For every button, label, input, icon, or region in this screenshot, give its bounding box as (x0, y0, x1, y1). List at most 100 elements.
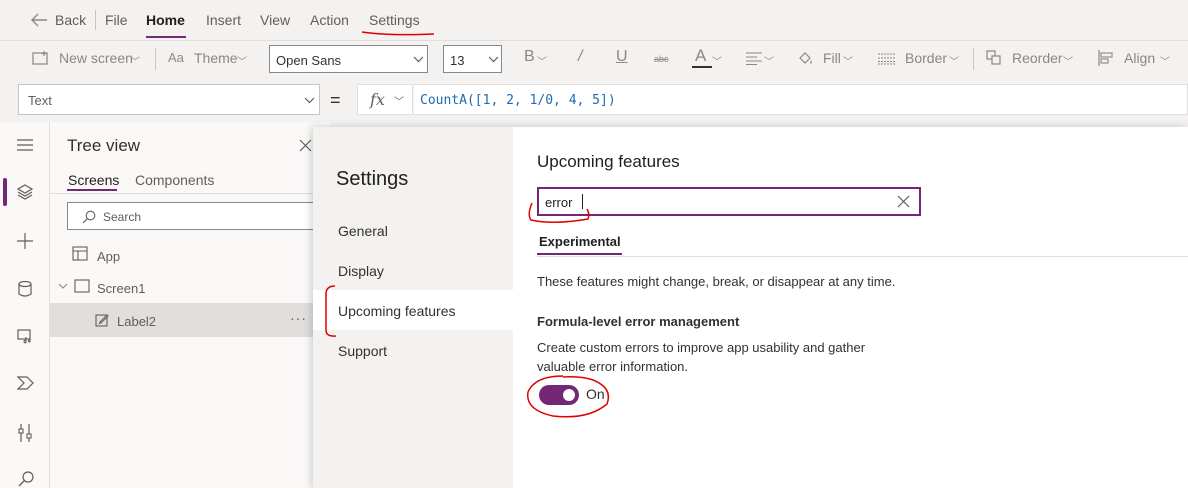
settings-nav-upcoming-features[interactable]: Upcoming features (313, 290, 513, 330)
chevron-down-icon[interactable]: ﹀ (1063, 53, 1073, 68)
menu-action[interactable]: Action (310, 12, 349, 28)
tab-active-indicator (537, 253, 622, 255)
chevron-down-icon[interactable]: ﹀ (712, 53, 722, 68)
app-icon (72, 246, 88, 261)
menu-bar: Back File Home Insert View Action Settin… (0, 0, 1188, 40)
settings-content: Upcoming features error Experimental The… (513, 127, 1188, 488)
chevron-down-icon[interactable]: ﹀ (843, 53, 853, 68)
search-icon[interactable] (18, 471, 34, 487)
tools-icon[interactable] (18, 424, 32, 442)
feature-description-line2: valuable error information. (537, 359, 689, 374)
annotation-underline (361, 31, 435, 36)
tree-item-label2[interactable]: Label2 ··· (50, 303, 330, 337)
menu-view[interactable]: View (260, 12, 290, 28)
rail-active-indicator (3, 178, 7, 206)
font-select[interactable]: Open Sans (269, 45, 428, 73)
strikethrough-icon[interactable]: abc (654, 54, 669, 64)
settings-nav-general[interactable]: General (338, 223, 388, 239)
bold-icon[interactable]: B (524, 48, 535, 66)
underline-icon[interactable]: U (616, 48, 628, 66)
toggle-label: On (586, 386, 605, 402)
settings-nav-support[interactable]: Support (338, 343, 387, 359)
tree-item-label: Label2 (117, 314, 157, 329)
ribbon-toolbar: New screen ﹀ Aa Theme ﹀ Open Sans 13 B ﹀… (0, 40, 1188, 78)
chevron-down-icon[interactable]: ﹀ (949, 53, 959, 68)
chevron-down-icon[interactable]: ﹀ (537, 53, 547, 68)
theme-button[interactable]: Theme (194, 50, 238, 66)
menu-home[interactable]: Home (146, 12, 185, 28)
toggle-knob (563, 389, 575, 401)
active-menu-indicator (146, 36, 186, 38)
chevron-down-icon[interactable]: ﹀ (764, 53, 774, 68)
tab-active-indicator (67, 189, 117, 191)
chevron-down-icon[interactable] (58, 283, 68, 290)
menu-divider (95, 10, 96, 30)
hamburger-menu-icon[interactable] (17, 139, 33, 151)
italic-icon[interactable]: / (578, 48, 582, 66)
tab-experimental[interactable]: Experimental (539, 234, 621, 249)
tree-item-screen1[interactable]: Screen1 (50, 272, 330, 302)
chevron-down-icon[interactable]: ﹀ (1160, 53, 1170, 68)
feature-description-line1: Create custom errors to improve app usab… (537, 340, 866, 355)
tree-search-input[interactable]: Search (67, 202, 330, 230)
close-icon[interactable] (299, 139, 312, 152)
chevron-down-icon[interactable]: ﹀ (130, 53, 140, 68)
equals-sign: = (330, 90, 341, 110)
media-icon[interactable] (17, 328, 34, 344)
search-icon (82, 210, 96, 224)
layers-icon[interactable] (17, 184, 33, 200)
font-size-select[interactable]: 13 (443, 45, 502, 73)
chevron-down-icon[interactable]: ﹀ (237, 53, 247, 68)
text-align-icon[interactable] (746, 52, 762, 65)
fill-button[interactable]: Fill (823, 50, 841, 66)
menu-insert[interactable]: Insert (206, 12, 241, 28)
tree-search-placeholder: Search (103, 210, 142, 224)
font-select-value: Open Sans (276, 53, 342, 68)
formula-input[interactable]: CountA([1, 2, 1/0, 4, 5]) (414, 84, 1188, 115)
section-title: Upcoming features (537, 152, 680, 171)
menu-file[interactable]: File (105, 12, 128, 28)
feature-toggle[interactable] (539, 385, 579, 405)
menu-settings[interactable]: Settings (369, 12, 420, 28)
feature-title: Formula-level error management (537, 314, 740, 329)
more-options-icon[interactable]: ··· (290, 310, 307, 326)
screen-icon (74, 279, 90, 293)
align-button[interactable]: Align (1124, 50, 1155, 66)
settings-title: Settings (336, 168, 409, 190)
insert-plus-icon[interactable] (17, 233, 33, 249)
tree-item-app[interactable]: App (50, 240, 330, 270)
align-icon (1098, 50, 1114, 66)
formula-expression: CountA([1, 2, 1/0, 4, 5]) (420, 93, 616, 108)
fx-button[interactable]: fx ﹀ (357, 84, 413, 115)
chevron-down-icon (304, 97, 315, 104)
back-arrow-icon[interactable] (30, 12, 48, 28)
clear-icon[interactable] (897, 195, 910, 208)
back-button[interactable]: Back (55, 12, 86, 28)
font-color-icon[interactable]: A (695, 46, 706, 66)
font-size-value: 13 (450, 53, 465, 68)
font-color-bar (692, 66, 712, 68)
power-automate-icon[interactable] (17, 376, 34, 390)
tab-divider (50, 193, 330, 194)
border-icon (878, 53, 895, 65)
tab-divider (537, 256, 1188, 257)
tab-components[interactable]: Components (135, 172, 214, 188)
fx-icon: fx (370, 90, 385, 109)
tab-screens[interactable]: Screens (68, 172, 119, 188)
toolbar-divider (973, 48, 974, 70)
settings-nav-display[interactable]: Display (338, 263, 384, 279)
border-button[interactable]: Border (905, 50, 947, 66)
chevron-down-icon (413, 56, 424, 63)
fill-icon (797, 50, 814, 66)
tree-view-title: Tree view (67, 136, 141, 155)
property-select[interactable]: Text (18, 84, 320, 115)
new-screen-icon (32, 51, 50, 67)
feature-search-input[interactable]: error (537, 187, 921, 216)
formula-bar: Text = fx ﹀ CountA([1, 2, 1/0, 4, 5]) (0, 78, 1188, 120)
reorder-button[interactable]: Reorder (1012, 50, 1063, 66)
toolbar-divider (155, 48, 156, 70)
reorder-icon (986, 50, 1002, 66)
settings-dialog: Settings General Display Upcoming featur… (313, 127, 1188, 488)
new-screen-button[interactable]: New screen (59, 50, 133, 66)
database-icon[interactable] (18, 281, 32, 297)
